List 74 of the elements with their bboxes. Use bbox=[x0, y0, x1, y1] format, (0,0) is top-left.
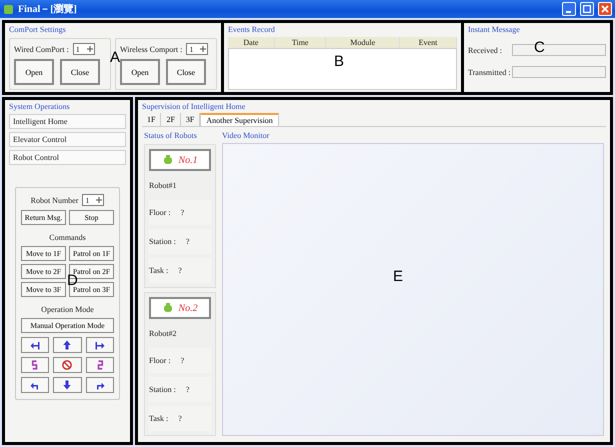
maximize-button[interactable] bbox=[580, 2, 594, 16]
column-header: Time bbox=[274, 37, 326, 48]
field-label: Received : bbox=[468, 46, 503, 54]
move-button[interactable] bbox=[21, 357, 50, 373]
annotation-letter: C bbox=[534, 39, 545, 56]
stop-icon bbox=[61, 359, 74, 371]
tab[interactable]: 1F bbox=[142, 113, 162, 126]
group-title: Supervision of Intelligent Home bbox=[142, 102, 246, 111]
port-button[interactable]: Close bbox=[60, 59, 100, 85]
status-value: ? bbox=[178, 414, 182, 423]
status-label: Floor : bbox=[149, 208, 171, 217]
move-button[interactable] bbox=[53, 357, 82, 373]
group-title: ComPort Settings bbox=[9, 25, 67, 34]
section-label: Commands bbox=[49, 233, 86, 242]
status-label: Floor : bbox=[149, 356, 171, 365]
number-spinner[interactable]: 1 bbox=[82, 194, 104, 206]
port-button[interactable]: Open bbox=[14, 59, 54, 85]
field-label: Transmitted : bbox=[468, 68, 508, 76]
close-icon bbox=[601, 5, 609, 13]
status-label: Station : bbox=[149, 385, 176, 394]
column-header: Date bbox=[228, 37, 274, 48]
group-title: System Operations bbox=[9, 102, 71, 111]
status-value: ? bbox=[186, 385, 190, 394]
column-header: Event bbox=[399, 37, 456, 48]
group-title: Video Monitor bbox=[222, 131, 270, 140]
annotation-letter: B bbox=[334, 53, 344, 70]
plus-icon bbox=[199, 45, 208, 53]
port-button[interactable]: Open bbox=[120, 59, 160, 85]
field-label: Robot Number bbox=[30, 196, 78, 204]
section-label: Operation Mode bbox=[41, 305, 94, 314]
annotation-letter: A bbox=[110, 49, 120, 66]
status-value: ? bbox=[178, 266, 182, 275]
status-value: ? bbox=[186, 237, 190, 246]
robot-button[interactable]: No.2 bbox=[149, 297, 211, 319]
number-spinner[interactable]: 1 bbox=[72, 43, 95, 55]
move-button[interactable] bbox=[53, 377, 82, 393]
maximize-icon bbox=[583, 5, 591, 13]
status-label: Task : bbox=[149, 414, 168, 423]
move-button[interactable] bbox=[86, 337, 114, 353]
group-title: Instant Message bbox=[468, 25, 521, 34]
status-value: ? bbox=[180, 208, 184, 217]
robot-icon bbox=[162, 154, 174, 166]
column-header: Module bbox=[326, 37, 400, 48]
port-label: Wired ComPort : bbox=[14, 44, 69, 54]
status-label: Station : bbox=[149, 237, 176, 246]
port-label: Wireless Comport : bbox=[120, 44, 182, 54]
robot-name: Robot#1 bbox=[149, 180, 178, 192]
annotation-letter: E bbox=[393, 268, 404, 285]
robot-name: Robot#2 bbox=[149, 328, 178, 340]
move-button[interactable] bbox=[21, 337, 50, 353]
group-title: Status of Robots bbox=[144, 131, 198, 140]
operation-item[interactable]: Elevator Control bbox=[9, 132, 126, 147]
tab[interactable]: 2F bbox=[161, 113, 181, 126]
robot-icon bbox=[162, 302, 174, 314]
minimize-button[interactable] bbox=[562, 2, 576, 16]
port-button[interactable]: Close bbox=[166, 59, 206, 85]
move-button[interactable] bbox=[86, 357, 114, 373]
group-title: Events Record bbox=[228, 25, 276, 34]
plus-icon bbox=[95, 196, 104, 204]
message-field[interactable] bbox=[512, 66, 606, 78]
number-spinner[interactable]: 1 bbox=[186, 43, 208, 55]
move-button[interactable] bbox=[53, 337, 82, 353]
plus-icon bbox=[86, 45, 94, 53]
move-button[interactable] bbox=[21, 377, 50, 393]
status-value: ? bbox=[180, 356, 184, 365]
operation-item[interactable]: Intelligent Home bbox=[9, 114, 126, 129]
status-label: Task : bbox=[149, 266, 168, 275]
move-button[interactable] bbox=[86, 377, 114, 393]
window-title: Final－[瀏覽] bbox=[18, 2, 78, 16]
robot-button[interactable]: No.1 bbox=[149, 149, 211, 171]
app-icon bbox=[3, 4, 14, 14]
tab[interactable]: Another Supervision bbox=[200, 113, 279, 126]
operation-item[interactable]: Robot Control bbox=[9, 150, 126, 165]
close-button[interactable] bbox=[598, 2, 612, 16]
